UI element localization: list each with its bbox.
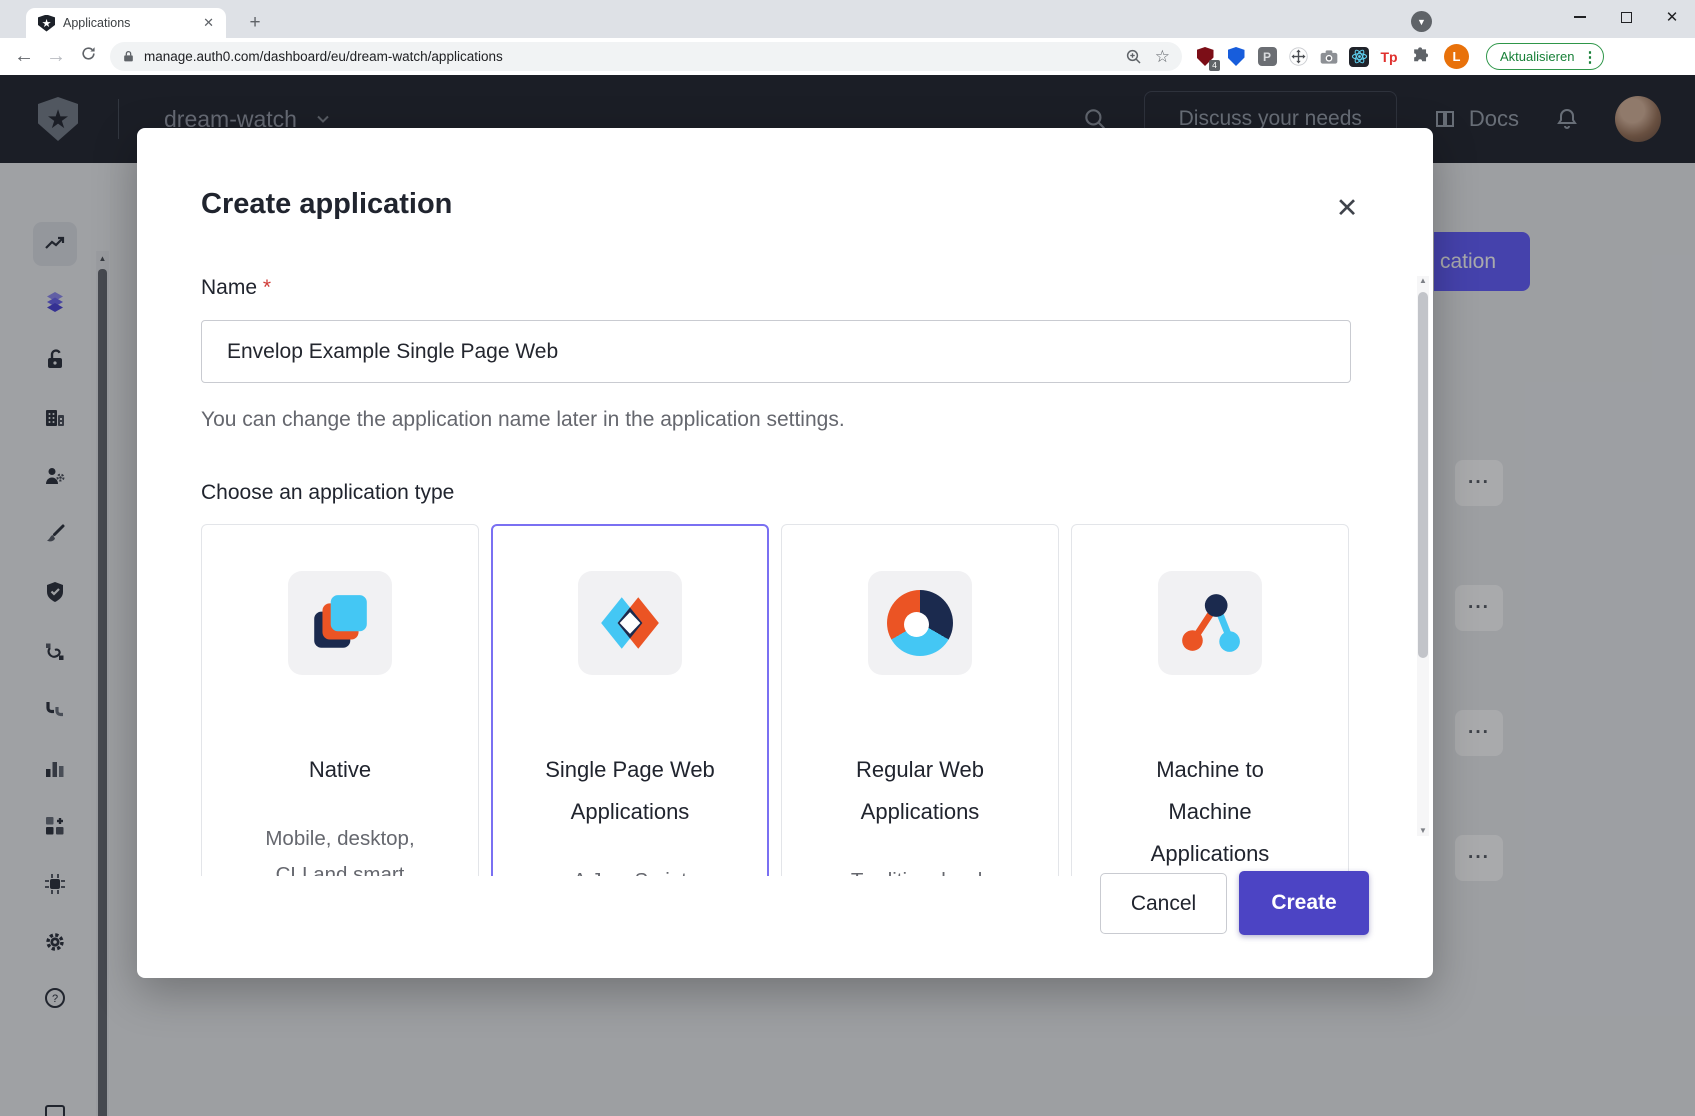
address-bar[interactable]: manage.auth0.com/dashboard/eu/dream-watc… [110,42,1182,71]
spa-diamonds-icon [578,571,682,675]
window-controls: ✕ [1557,0,1695,34]
new-tab-button[interactable]: + [242,11,268,37]
tampermonkey-icon[interactable]: Tp [1378,46,1400,68]
ublock-icon[interactable]: 4 [1194,46,1216,68]
url-text[interactable]: manage.auth0.com/dashboard/eu/dream-watc… [144,49,1125,64]
bitwarden-icon[interactable] [1225,46,1247,68]
browser-titlebar: ★ Applications ✕ + ▼ ✕ [0,0,1695,38]
create-application-modal: Create application ✕ Name * You can chan… [137,128,1433,978]
back-icon[interactable]: ← [8,45,40,68]
application-type-cards: Native Mobile, desktop, CLI and smart Si… [201,524,1351,876]
modal-title: Create application [201,188,452,221]
auth0-app: ★ dream-watch Discuss your needs Docs [0,75,1695,1116]
app-type-card-regular-web[interactable]: Regular Web Applications Traditional web [781,524,1059,876]
react-icon[interactable] [1349,47,1369,67]
rwa-donut-icon [868,571,972,675]
update-chevron-icon[interactable]: ▼ [1411,11,1432,32]
required-asterisk: * [263,276,271,299]
tab-close-icon[interactable]: ✕ [199,15,218,31]
puzzle-extensions-icon[interactable] [1409,46,1431,68]
auth0-shield-favicon: ★ [38,15,55,32]
star-bookmark-icon[interactable]: ☆ [1155,47,1170,67]
card-description: Mobile, desktop, CLI and smart [202,821,478,876]
tab-title: Applications [63,16,199,30]
zoom-icon[interactable] [1125,48,1143,66]
scrollbar-thumb[interactable] [1418,292,1428,658]
app-type-card-m2m[interactable]: Machine to Machine Applications [1071,524,1349,876]
forward-icon[interactable]: → [40,45,72,68]
card-description: A JavaScript [493,863,767,876]
modal-close-icon[interactable]: ✕ [1329,190,1365,226]
lock-icon [122,49,135,64]
name-label: Name * [201,276,271,300]
update-button[interactable]: Aktualisieren ⋮ [1486,43,1604,70]
modal-scrollbar[interactable]: ▲ ▼ [1417,276,1429,836]
card-description: Traditional web [782,863,1058,876]
card-title: Native [202,749,478,791]
browser-tab-applications[interactable]: ★ Applications ✕ [26,8,226,38]
move-icon[interactable] [1287,46,1309,68]
camera-icon[interactable] [1318,46,1340,68]
application-name-input[interactable] [201,320,1351,383]
extensions-strip: 4 P Tp L Aktualisieren ⋮ [1194,43,1604,70]
close-icon[interactable]: ✕ [1649,0,1695,34]
name-help-text: You can change the application name late… [201,408,845,432]
scroll-down-icon[interactable]: ▼ [1417,826,1429,835]
cancel-button[interactable]: Cancel [1100,873,1227,934]
maximize-icon[interactable] [1603,0,1649,34]
choose-type-label: Choose an application type [201,481,454,505]
browser-profile-avatar[interactable]: L [1444,44,1469,69]
privacy-p-icon[interactable]: P [1256,46,1278,68]
card-title: Regular Web Applications [782,749,1058,833]
m2m-nodes-icon [1158,571,1262,675]
card-title: Single Page Web Applications [493,749,767,833]
card-title: Machine to Machine Applications [1072,749,1348,875]
create-button[interactable]: Create [1239,871,1369,935]
app-type-card-spa[interactable]: Single Page Web Applications A JavaScrip… [491,524,769,876]
browser-toolbar: ← → manage.auth0.com/dashboard/eu/dream-… [0,38,1695,75]
app-type-card-native[interactable]: Native Mobile, desktop, CLI and smart [201,524,479,876]
minimize-icon[interactable] [1557,0,1603,34]
scroll-up-icon[interactable]: ▲ [1417,276,1429,285]
reload-icon[interactable] [72,45,104,68]
native-stack-icon [288,571,392,675]
browser-menu-icon[interactable]: ⋮ [1582,48,1597,66]
